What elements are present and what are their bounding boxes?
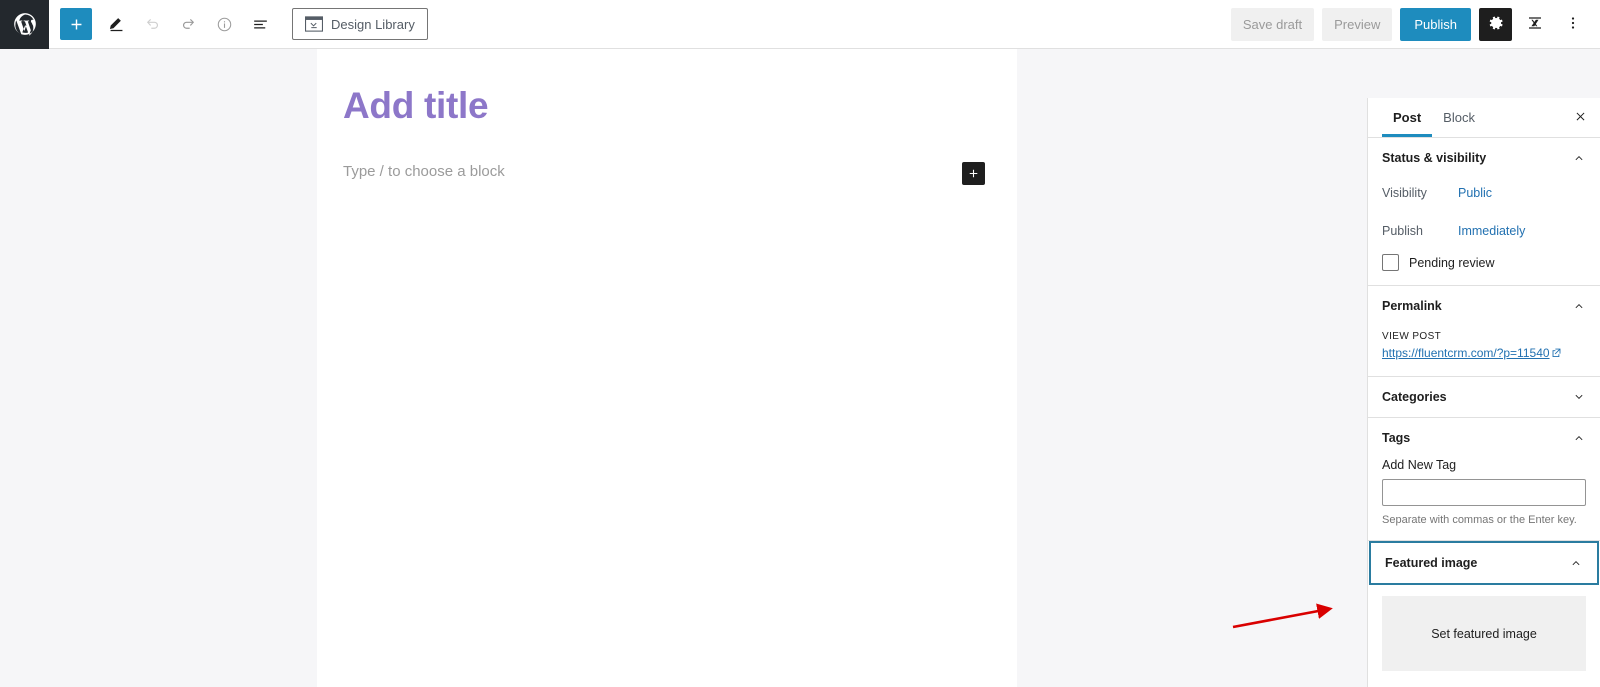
three-dots-vertical-icon [1564, 14, 1582, 35]
add-new-tag-input[interactable] [1382, 479, 1586, 506]
chevron-up-icon [1572, 431, 1586, 445]
chevron-up-icon [1569, 556, 1583, 570]
panel-status-visibility-body: Visibility Public Publish Immediately Pe… [1368, 178, 1600, 285]
panel-categories-header[interactable]: Categories [1368, 377, 1600, 417]
panel-permalink-body: VIEW POST https://fluentcrm.com/?p=11540 [1368, 326, 1600, 376]
panel-title: Tags [1382, 431, 1411, 445]
post-settings-sidebar: Post Block Status & visibility Visibilit… [1367, 98, 1600, 687]
panel-status-visibility: Status & visibility Visibility Public Pu… [1368, 138, 1600, 286]
panel-title: Categories [1382, 390, 1447, 404]
toolbar-left-group: Design Library [49, 6, 428, 42]
design-library-icon [305, 16, 323, 32]
edit-tool-button[interactable] [98, 6, 134, 42]
visibility-row: Visibility Public [1382, 178, 1586, 208]
redo-button[interactable] [170, 6, 206, 42]
panel-title: Permalink [1382, 299, 1442, 313]
panel-featured-image-header[interactable]: Featured image [1371, 543, 1597, 583]
editor-canvas[interactable]: Add title Type / to choose a block [317, 49, 1017, 687]
design-library-label: Design Library [331, 16, 415, 32]
pending-review-row: Pending review [1382, 254, 1586, 271]
panel-permalink-header[interactable]: Permalink [1368, 286, 1600, 326]
panel-categories: Categories [1368, 377, 1600, 418]
panel-status-visibility-header[interactable]: Status & visibility [1368, 138, 1600, 178]
publish-button[interactable]: Publish [1400, 7, 1471, 41]
chevron-down-icon [1572, 390, 1586, 404]
preview-button[interactable]: Preview [1322, 7, 1393, 41]
permalink-url-link[interactable]: https://fluentcrm.com/?p=11540 [1382, 346, 1561, 360]
panel-permalink: Permalink VIEW POST https://fluentcrm.co… [1368, 286, 1600, 377]
pending-review-checkbox[interactable] [1382, 254, 1399, 271]
undo-button[interactable] [134, 6, 170, 42]
view-post-label: VIEW POST [1382, 331, 1442, 342]
publish-label: Publish [1382, 224, 1423, 238]
panel-title: Featured image [1385, 556, 1478, 570]
gear-icon [1487, 14, 1505, 35]
default-block-input[interactable]: Type / to choose a block [343, 163, 505, 180]
panel-title: Status & visibility [1382, 151, 1487, 165]
editor-top-toolbar: Design Library Save draft Preview Publis… [0, 0, 1600, 49]
chevron-up-icon [1572, 151, 1586, 165]
publish-date-button[interactable]: Immediately [1458, 224, 1525, 238]
panel-tags: Tags Add New Tag Separate with commas or… [1368, 418, 1600, 541]
tab-post[interactable]: Post [1382, 98, 1433, 137]
design-library-button[interactable]: Design Library [292, 8, 428, 40]
settings-toggle-button[interactable] [1479, 7, 1512, 41]
plugin-icon-button[interactable] [1520, 8, 1550, 41]
publish-date-row: Publish Immediately [1382, 216, 1586, 246]
list-view-button[interactable] [242, 6, 278, 42]
chevron-up-icon [1572, 299, 1586, 313]
add-new-tag-label: Add New Tag [1382, 458, 1457, 472]
more-options-button[interactable] [1558, 8, 1588, 41]
sidebar-tabs: Post Block [1368, 98, 1600, 138]
set-featured-image-button[interactable]: Set featured image [1382, 596, 1586, 671]
panel-featured-image-body: Set featured image [1368, 585, 1600, 685]
tags-help-text: Separate with commas or the Enter key. [1382, 514, 1577, 526]
panel-tags-body: Add New Tag Separate with commas or the … [1368, 458, 1600, 540]
editor-body: Add title Type / to choose a block Post … [0, 49, 1600, 687]
gutenberg-editor-window: Design Library Save draft Preview Publis… [0, 0, 1600, 687]
inline-block-inserter-button[interactable] [962, 162, 985, 185]
toolbar-right-group: Save draft Preview Publish [1230, 7, 1600, 41]
save-draft-button[interactable]: Save draft [1230, 7, 1315, 41]
external-link-icon [1552, 346, 1561, 357]
add-block-button[interactable] [60, 8, 92, 40]
visibility-value-button[interactable]: Public [1458, 186, 1492, 200]
info-circle-icon[interactable] [206, 6, 242, 42]
close-x-icon [1573, 109, 1588, 127]
permalink-url-text: https://fluentcrm.com/?p=11540 [1382, 346, 1550, 360]
panel-featured-image: Featured image [1369, 541, 1599, 585]
tab-block[interactable]: Block [1432, 98, 1486, 137]
close-sidebar-button[interactable] [1568, 106, 1592, 130]
plugin-icon [1526, 14, 1544, 35]
panel-tags-header[interactable]: Tags [1368, 418, 1600, 458]
wordpress-logo-icon[interactable] [0, 0, 49, 49]
pending-review-label[interactable]: Pending review [1409, 256, 1494, 270]
featured-image-body-inner: Set featured image [1368, 585, 1600, 685]
post-title-input[interactable]: Add title [343, 85, 489, 127]
visibility-label: Visibility [1382, 186, 1427, 200]
